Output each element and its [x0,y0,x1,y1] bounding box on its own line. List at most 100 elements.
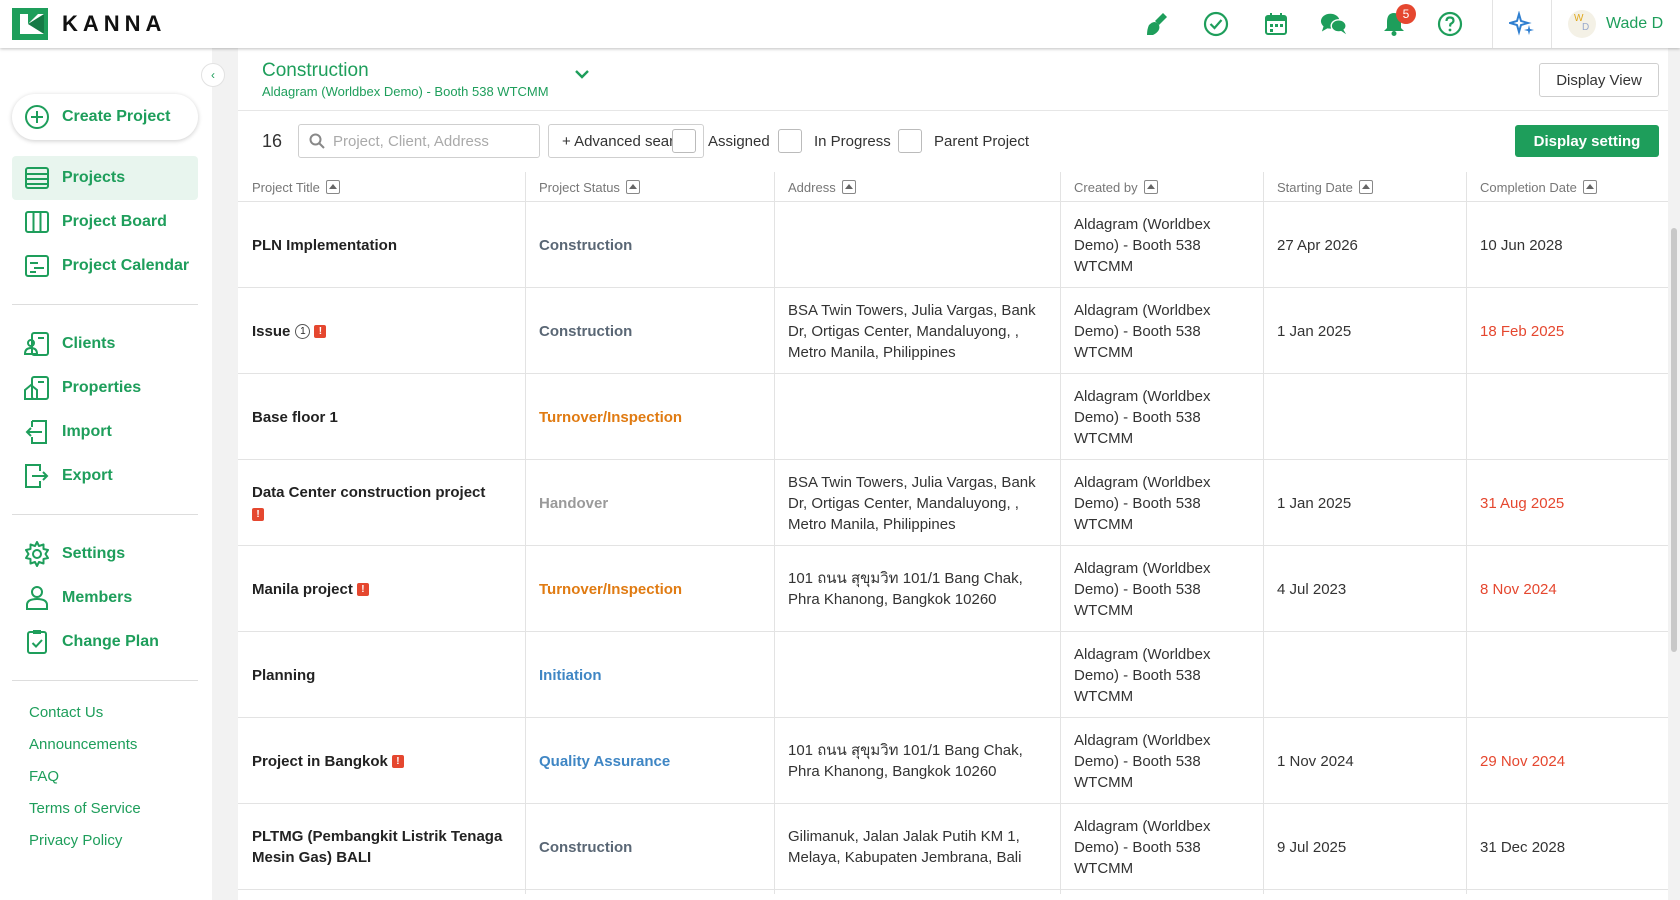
checkbox-label: Parent Project [934,132,1030,150]
sort-icon[interactable] [1582,180,1597,194]
sidebar-item-label: Import [62,423,112,440]
cell-text: Aldagram (Worldbex Demo) - Booth 538 WTC… [1074,301,1211,361]
column-header-address[interactable]: Address [774,172,1060,202]
cell-address: 101 ถนน สุขุมวิท 101/1 Bang Chak, Phra K… [774,546,1060,632]
list-icon [25,167,49,189]
announcements-link[interactable]: Announcements [29,736,137,753]
column-header-project-status[interactable]: Project Status [525,172,774,202]
top-bar: KANNA 5 W D Wade D [0,0,1680,48]
chat-icon[interactable] [1320,10,1348,38]
sparkle-icon[interactable] [1508,10,1536,38]
cell-completion-date: 10 Jun 2028 [1466,202,1668,288]
create-project-button[interactable]: Create Project [12,94,198,140]
cell-project-title: Issue 1! [238,288,525,374]
sidebar-item-label: Project Calendar [62,257,190,274]
sidebar-item-clients[interactable]: Clients [12,322,198,366]
calendar-icon[interactable] [1262,10,1290,38]
table-row[interactable]: PLTMG (Pembangkit Listrik Tenaga Mesin G… [238,804,1668,890]
table-row[interactable]: Base floor 1 Turnover/Inspection Aldagram … [238,374,1668,460]
column-header-created-by[interactable]: Created by [1060,172,1263,202]
sidebar-item-label: Project Board [62,213,167,230]
cell-text: Turnover/Inspection [539,580,683,598]
table-row[interactable]: Data Center construction project! Handove… [238,460,1668,546]
sidebar-item-import[interactable]: Import [12,410,198,454]
sidebar-item-export[interactable]: Export [12,454,198,498]
column-header-label: Address [788,179,836,195]
alert-icon: ! [314,325,327,339]
column-header-label: Project Status [539,179,620,195]
checkbox[interactable] [898,129,922,153]
checkbox[interactable] [672,129,696,153]
cell-text: Aldagram (Worldbex Demo) - Booth 538 WTC… [1074,817,1211,877]
cell-project-status: Turnover/Inspection [525,546,774,632]
chevron-down-icon[interactable] [574,68,590,80]
cell-project-status: Construction [525,804,774,890]
faq-link[interactable]: FAQ [29,768,59,785]
cell-text: BSA Twin Towers, Julia Vargas, Bank Dr, … [788,473,1036,533]
cell-text: Aldagram (Worldbex Demo) - Booth 538 WTC… [1074,387,1211,447]
column-divider [525,172,526,894]
column-divider [1263,172,1264,894]
sidebar-item-settings[interactable]: Settings [12,532,198,576]
sidebar-divider [12,304,198,305]
column-header-project-title[interactable]: Project Title [238,172,525,202]
cell-project-status: Handover [525,460,774,546]
column-header-starting-date[interactable]: Starting Date [1263,172,1466,202]
assigned-filter-checkbox[interactable]: Assigned [672,128,770,154]
table-row[interactable]: Manila project! Turnover/Inspection 101 ถน… [238,546,1668,632]
sidebar-item-change-plan[interactable]: Change Plan [12,620,198,664]
cell-project-title: Data Center construction project! [238,460,525,546]
table-row[interactable]: Planning Initiation Aldagram (Worldbex Dem… [238,632,1668,718]
brand-name: KANNA [62,11,167,36]
cell-project-status: Initiation [525,632,774,718]
table-row[interactable]: Project in Bangkok! Quality Assurance 101 … [238,718,1668,804]
sort-icon[interactable] [841,180,856,194]
bell-icon[interactable]: 5 [1380,4,1416,38]
user-menu[interactable]: W D Wade D [1568,10,1663,38]
search-input[interactable] [333,132,533,150]
cell-text: Construction [539,322,633,340]
in-progress-filter-checkbox[interactable]: In Progress [778,128,891,154]
table-row[interactable]: Issue 1! Construction BSA Twin Towers, Juli… [238,288,1668,374]
sidebar-item-label: Export [62,467,113,484]
kanna-logo[interactable]: KANNA [12,8,166,40]
sidebar-item-label: Members [62,589,133,606]
user-name: Wade D [1606,15,1664,32]
parent-project-filter-checkbox[interactable]: Parent Project [898,128,1029,154]
create-project-label: Create Project [62,108,171,125]
terms-of-service-link[interactable]: Terms of Service [29,800,141,817]
sidebar-item-members[interactable]: Members [12,576,198,620]
sidebar-item-projects[interactable]: Projects [12,156,198,200]
cell-address: Gilimanuk, Jalan Jalak Putih KM 1, Melay… [774,804,1060,890]
help-icon[interactable] [1436,10,1464,38]
cell-text: Construction [539,838,633,856]
column-header-label: Project Title [252,179,320,195]
table-row[interactable]: PLN Implementation Construction Aldagram (… [238,202,1668,288]
cell-project-title: Project in Bangkok! [238,718,525,804]
display-setting-button[interactable]: Display setting [1515,125,1659,157]
sidebar-divider [12,514,198,515]
sidebar-item-project-board[interactable]: Project Board [12,200,198,244]
cell-text: 8 Nov 2024 [1480,580,1557,598]
sort-icon[interactable] [1358,180,1373,194]
sidebar: Create Project Projects Project Board Pr… [0,48,212,900]
sort-icon[interactable] [625,180,640,194]
view-title[interactable]: Construction [262,60,369,82]
checkbox[interactable] [778,129,802,153]
contact-us-link[interactable]: Contact Us [29,704,103,721]
display-view-button[interactable]: Display View [1539,63,1659,97]
cell-text: Handover [539,494,609,512]
collapse-sidebar-button[interactable]: ‹ [201,63,225,87]
check-circle-icon[interactable] [1202,10,1230,38]
privacy-policy-link[interactable]: Privacy Policy [29,832,122,849]
sidebar-item-project-calendar[interactable]: Project Calendar [12,244,198,288]
sort-icon[interactable] [325,180,340,194]
broom-icon[interactable] [1144,10,1172,38]
column-divider [1060,172,1061,894]
scrollbar-thumb[interactable] [1671,228,1677,652]
search-box[interactable] [298,124,540,158]
sort-icon[interactable] [1143,180,1158,194]
column-header-completion-date[interactable]: Completion Date [1466,172,1668,202]
sidebar-item-properties[interactable]: Properties [12,366,198,410]
cell-text: Project in Bangkok [252,752,388,770]
